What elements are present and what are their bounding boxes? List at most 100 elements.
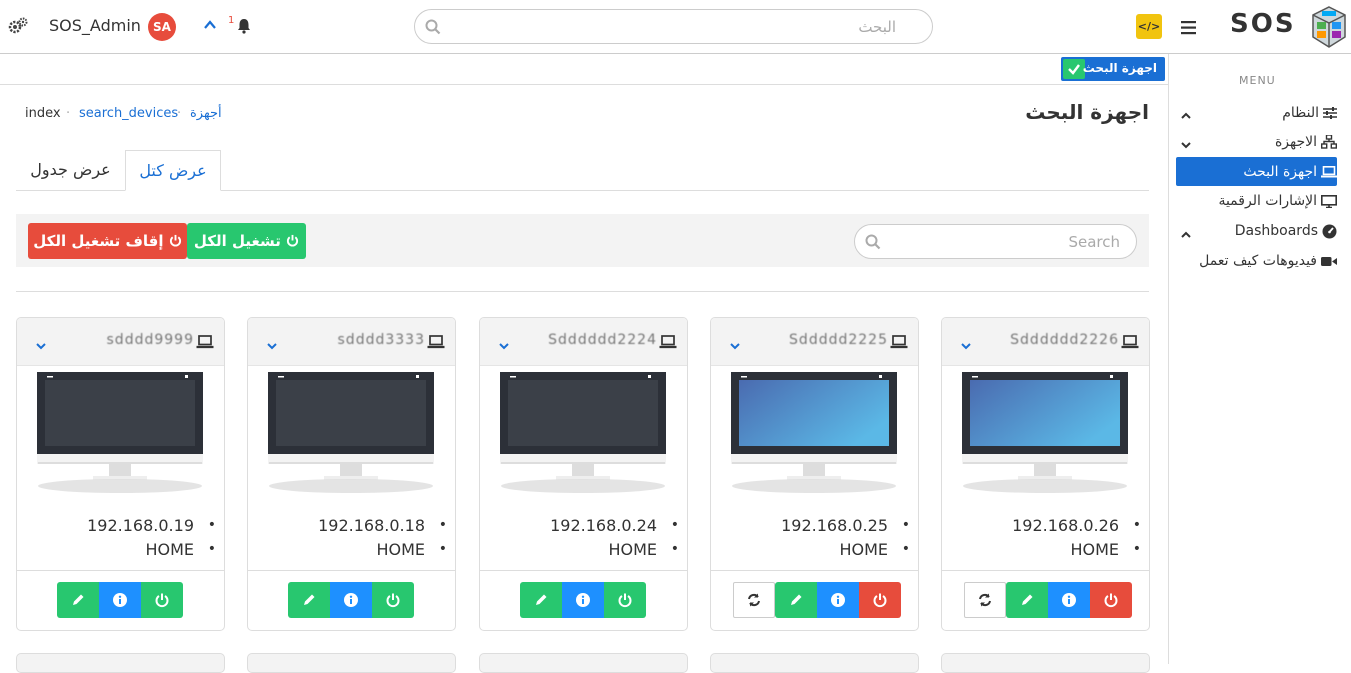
sidebar-item-videos[interactable]: فيديوهات كيف تعمل: [1199, 253, 1337, 269]
settings-gear-icon[interactable]: [8, 17, 28, 39]
menu-heading: MENU: [1239, 74, 1276, 87]
device-actions: [288, 582, 414, 618]
power-on-button[interactable]: [372, 582, 414, 618]
device-name: Sdddddd2224: [548, 332, 657, 348]
chevron-down-icon[interactable]: [35, 336, 47, 355]
avatar[interactable]: SA: [148, 13, 176, 41]
monitor-icon: [731, 372, 899, 500]
stop-all-label: إقاف تشغيل الكل: [33, 232, 164, 250]
breadcrumb-separator: ·: [66, 106, 71, 121]
device-card: sdddd9999 • 192.168.0.19 • HOME: [16, 317, 225, 631]
power-on-button[interactable]: [604, 582, 646, 618]
sidebar-item-search-devices[interactable]: اجهزة البحث: [1243, 164, 1337, 180]
device-card-header[interactable]: Sdddddd2224: [480, 318, 687, 366]
device-card: Sdddddd2226 • 192.168.0.26 • HOME: [941, 317, 1150, 631]
device-card: Sdddddd2224 • 192.168.0.24 • HOME: [479, 317, 688, 631]
info-button[interactable]: [817, 582, 859, 618]
pencil-icon: [73, 594, 84, 605]
sidebar-item-digital-signage[interactable]: الإشارات الرقمية: [1218, 193, 1337, 209]
code-view-button[interactable]: </>: [1136, 14, 1162, 39]
power-on-button[interactable]: [141, 582, 183, 618]
restart-button[interactable]: [733, 582, 775, 618]
search-icon: [425, 19, 441, 39]
edit-button[interactable]: [520, 582, 562, 618]
chevron-down-icon[interactable]: [498, 336, 510, 355]
top-bar: SOS_Admin SA 1 البحث </> SOS: [0, 0, 1351, 54]
device-card: sdddd3333 • 192.168.0.18 • HOME: [247, 317, 456, 631]
open-page-tag[interactable]: اجهزة البحث: [1061, 57, 1165, 81]
logo-text: SOS: [1230, 9, 1296, 39]
chevron-up-icon[interactable]: [203, 16, 217, 35]
power-icon: [155, 593, 169, 608]
breadcrumb-index[interactable]: index: [25, 106, 61, 121]
tab-block-view[interactable]: عرض كتل: [125, 150, 221, 191]
laptop-icon: [659, 334, 677, 353]
device-location: HOME: [839, 540, 888, 559]
stop-all-button[interactable]: إقاف تشغيل الكل: [28, 223, 187, 259]
notification-count: 1: [228, 15, 235, 26]
laptop-icon: [1121, 334, 1139, 353]
edit-button[interactable]: [775, 582, 817, 618]
video-icon: [1321, 256, 1337, 266]
sidebar-item-label: النظام: [1282, 105, 1319, 121]
info-button[interactable]: [1048, 582, 1090, 618]
monitor-icon: [268, 372, 436, 500]
restart-button[interactable]: [964, 582, 1006, 618]
chevron-up-icon[interactable]: [1180, 225, 1192, 244]
monitor-icon: [500, 372, 668, 500]
logo-cube-icon: [1310, 5, 1348, 53]
sidebar-item-label: Dashboards: [1234, 223, 1318, 239]
sidebar-item-system[interactable]: النظام: [1282, 105, 1337, 121]
device-card-header[interactable]: Sddddd2225: [711, 318, 918, 366]
edit-button[interactable]: [57, 582, 99, 618]
sliders-icon: [1323, 107, 1337, 119]
user-name[interactable]: SOS_Admin: [49, 16, 141, 35]
bell-icon[interactable]: [236, 18, 252, 38]
device-card: [479, 653, 688, 673]
sidebar-item-devices[interactable]: الاجهزة: [1275, 134, 1337, 150]
chevron-down-icon[interactable]: [266, 336, 278, 355]
chevron-up-icon[interactable]: [1180, 106, 1192, 125]
edit-button[interactable]: [288, 582, 330, 618]
sidebar-item-label: الإشارات الرقمية: [1218, 193, 1317, 209]
power-icon: [169, 234, 181, 247]
global-search-input[interactable]: البحث: [414, 9, 933, 44]
info-icon: [344, 593, 358, 607]
breadcrumb-search-devices[interactable]: search_devices: [79, 106, 178, 121]
power-icon: [386, 593, 400, 608]
info-button[interactable]: [99, 582, 141, 618]
device-ip: 192.168.0.19: [87, 516, 194, 535]
power-icon: [1104, 593, 1118, 608]
power-off-button[interactable]: [1090, 582, 1132, 618]
breadcrumb-separator: ·: [177, 106, 182, 121]
hamburger-menu-icon[interactable]: [1181, 20, 1197, 39]
device-search-input[interactable]: Search: [854, 224, 1137, 259]
pencil-icon: [1022, 594, 1033, 605]
power-off-button[interactable]: [859, 582, 901, 618]
info-button[interactable]: [330, 582, 372, 618]
device-actions: [57, 582, 183, 618]
edit-button[interactable]: [1006, 582, 1048, 618]
device-location: HOME: [376, 540, 425, 559]
search-placeholder: Search: [1068, 233, 1120, 251]
info-button[interactable]: [562, 582, 604, 618]
search-icon: [865, 234, 881, 254]
chevron-down-icon[interactable]: [960, 336, 972, 355]
device-ip: 192.168.0.25: [781, 516, 888, 535]
refresh-icon: [748, 593, 760, 607]
device-card-header[interactable]: sdddd9999: [17, 318, 224, 366]
monitor-icon: [1321, 194, 1337, 208]
device-card-header[interactable]: sdddd3333: [248, 318, 455, 366]
sidebar-item-dashboards[interactable]: Dashboards: [1235, 223, 1337, 239]
network-icon: [1321, 135, 1337, 149]
sidebar-item-label: الاجهزة: [1274, 134, 1317, 150]
device-ip: 192.168.0.18: [318, 516, 425, 535]
breadcrumb-devices[interactable]: أجهزة: [190, 106, 222, 121]
device-card-header[interactable]: Sdddddd2226: [942, 318, 1149, 366]
start-all-button[interactable]: تشغيل الكل: [187, 223, 306, 259]
chevron-down-icon[interactable]: [1180, 135, 1192, 154]
device-card: [941, 653, 1150, 673]
tab-table-view[interactable]: عرض جدول: [16, 150, 125, 191]
chevron-down-icon[interactable]: [729, 336, 741, 355]
laptop-icon: [196, 334, 214, 353]
